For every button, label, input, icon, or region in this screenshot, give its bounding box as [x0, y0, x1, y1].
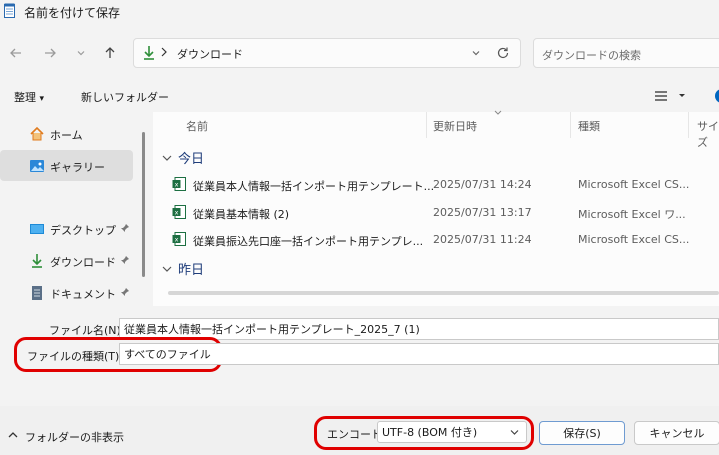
pin-icon[interactable]	[120, 255, 130, 265]
file-name[interactable]: 従業員振込先口座一括インポート用テンプレ...	[193, 233, 423, 249]
download-icon	[142, 45, 156, 61]
organize-dropdown-icon: ▾	[39, 94, 45, 104]
title-bar: 名前を付けて保存	[0, 0, 719, 24]
file-modified: 2025/07/31 14:24	[433, 178, 532, 191]
horizontal-scrollbar[interactable]	[168, 291, 719, 295]
column-divider[interactable]	[426, 112, 427, 138]
chevron-up-icon[interactable]	[8, 431, 18, 439]
sidebar-item-gallery[interactable]: ギャラリー	[0, 150, 133, 181]
sidebar-item-label: デスクトップ	[50, 224, 116, 237]
recent-locations-chevron-icon[interactable]	[71, 43, 91, 63]
notepad-icon	[4, 3, 15, 18]
cancel-button[interactable]: キャンセル	[634, 421, 719, 445]
sidebar-item-home[interactable]: ホーム	[0, 118, 133, 149]
home-icon	[29, 126, 45, 142]
column-header-modified[interactable]: 更新日時	[433, 118, 477, 134]
encoding-select[interactable]: UTF-8 (BOM 付き)	[377, 421, 527, 443]
chevron-down-icon	[161, 152, 173, 164]
search-input[interactable]: ダウンロードの検索	[533, 38, 719, 68]
document-icon	[29, 285, 45, 301]
help-icon[interactable]	[715, 89, 719, 103]
save-button[interactable]: 保存(S)	[539, 421, 625, 445]
group-header-today[interactable]: 今日	[161, 148, 204, 167]
breadcrumb-chevron-icon	[160, 47, 168, 57]
file-modified: 2025/07/31 11:24	[433, 233, 532, 246]
column-header-type[interactable]: 種類	[578, 118, 600, 134]
navigation-pane: ホーム ギャラリー デスクトップ ダウンロード ドキュメント	[0, 112, 150, 306]
file-type: Microsoft Excel ワ...	[578, 208, 686, 221]
back-icon[interactable]	[6, 43, 26, 63]
history-chevron-icon[interactable]	[471, 48, 481, 58]
download-icon	[29, 253, 45, 269]
file-type: Microsoft Excel CS...	[578, 178, 690, 191]
chevron-down-icon	[510, 429, 519, 436]
address-bar[interactable]: ダウンロード	[133, 38, 521, 68]
sidebar-scrollbar[interactable]	[142, 132, 145, 277]
column-header-name[interactable]: 名前	[186, 118, 208, 134]
sidebar-item-label: ギャラリー	[50, 161, 105, 174]
file-modified: 2025/07/31 13:17	[433, 206, 532, 219]
filename-label: ファイル名(N):	[49, 324, 125, 337]
chevron-down-icon	[161, 263, 173, 275]
view-options-icon[interactable]	[655, 90, 685, 102]
column-divider[interactable]	[688, 112, 689, 138]
filetype-select[interactable]: すべてのファイル	[119, 343, 719, 365]
pin-icon[interactable]	[120, 287, 130, 297]
svg-text:x: x	[175, 209, 179, 217]
svg-text:x: x	[175, 181, 179, 189]
svg-text:x: x	[175, 236, 179, 244]
window-title: 名前を付けて保存	[24, 6, 121, 20]
file-name[interactable]: 従業員本人情報一括インポート用テンプレート...	[193, 178, 434, 194]
sidebar-item-documents[interactable]: ドキュメント	[0, 277, 133, 308]
group-label: 昨日	[178, 263, 205, 278]
file-name[interactable]: 従業員基本情報 (2)	[193, 206, 289, 222]
pin-icon[interactable]	[120, 223, 130, 233]
sidebar-item-label: ダウンロード	[50, 256, 116, 269]
sidebar-item-label: ドキュメント	[50, 288, 116, 301]
up-folder-icon[interactable]	[100, 43, 120, 63]
excel-csv-icon: x	[172, 177, 186, 191]
sidebar-item-label: ホーム	[50, 129, 83, 142]
desktop-icon	[29, 221, 45, 237]
encoding-value: UTF-8 (BOM 付き)	[382, 426, 478, 439]
new-folder-button[interactable]: 新しいフォルダー	[81, 89, 169, 105]
refresh-icon[interactable]	[496, 46, 510, 60]
excel-workbook-icon: x	[172, 205, 186, 219]
gallery-icon	[29, 158, 45, 174]
group-label: 今日	[178, 152, 205, 167]
organize-label: 整理	[14, 91, 36, 104]
sidebar-item-desktop[interactable]: デスクトップ	[0, 213, 133, 244]
sort-chevron-icon	[494, 110, 502, 116]
filetype-label: ファイルの種類(T):	[27, 350, 124, 363]
sidebar-item-downloads[interactable]: ダウンロード	[0, 245, 133, 276]
column-divider[interactable]	[570, 112, 571, 138]
breadcrumb-downloads[interactable]: ダウンロード	[177, 46, 243, 62]
hide-folders-button[interactable]: フォルダーの非表示	[25, 429, 124, 445]
search-placeholder: ダウンロードの検索	[542, 49, 641, 62]
file-type: Microsoft Excel CS...	[578, 233, 690, 246]
forward-icon[interactable]	[40, 43, 60, 63]
group-header-yesterday[interactable]: 昨日	[161, 259, 204, 278]
excel-csv-icon: x	[172, 232, 186, 246]
column-header-size[interactable]: サイズ	[697, 118, 719, 150]
organize-button[interactable]: 整理 ▾	[14, 89, 44, 105]
